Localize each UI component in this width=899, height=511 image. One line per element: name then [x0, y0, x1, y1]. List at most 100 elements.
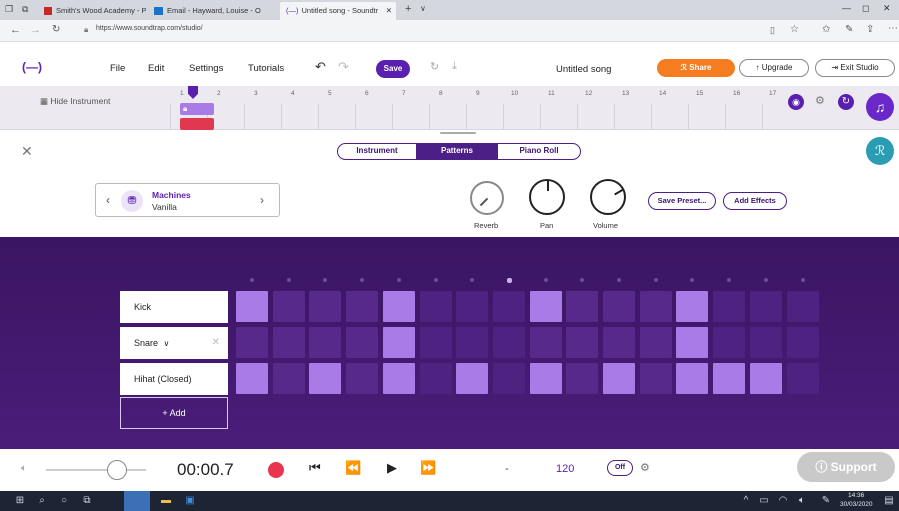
clock-time[interactable]: 14:36 — [848, 492, 864, 499]
step-cell[interactable] — [603, 363, 635, 394]
sync-icon[interactable]: ↻ — [430, 60, 439, 73]
key-display[interactable]: - — [505, 463, 509, 475]
browser-tab-soundtrap[interactable]: (—) Untitled song - Soundtr ✕ — [280, 2, 396, 20]
close-window-icon[interactable]: ✕ — [883, 3, 891, 14]
task-view-icon[interactable]: ⧉ — [81, 495, 93, 507]
share-browser-icon[interactable]: ⇪ — [866, 24, 874, 35]
song-title[interactable]: Untitled song — [556, 64, 611, 75]
step-cell[interactable] — [309, 363, 342, 394]
step-cell[interactable] — [676, 363, 709, 394]
reading-view-icon[interactable]: ▯ — [770, 25, 775, 36]
fast-forward-icon[interactable]: ⏩ — [420, 460, 436, 476]
network-icon[interactable]: ▭ — [758, 495, 770, 507]
url-field[interactable]: https://www.soundtrap.com/studio/ — [96, 25, 203, 32]
track-hihat-closed[interactable]: Hihat (Closed) — [120, 363, 228, 395]
step-cell[interactable] — [419, 363, 452, 394]
step-cell[interactable] — [456, 363, 489, 394]
clock-date[interactable]: 30/03/2020 — [840, 501, 873, 508]
master-volume-slider[interactable] — [107, 460, 127, 480]
step-cell[interactable] — [566, 363, 599, 394]
soundtrap-logo-icon[interactable]: (—) — [22, 60, 42, 74]
step-cell[interactable] — [419, 327, 452, 358]
music-notes-button[interactable]: ♫ — [866, 93, 894, 121]
play-icon[interactable]: ▶ — [387, 460, 397, 476]
menu-file[interactable]: File — [110, 63, 125, 74]
edge-taskbar-icon[interactable] — [124, 491, 150, 511]
step-cell[interactable] — [272, 363, 305, 394]
step-cell[interactable] — [749, 291, 782, 322]
step-cell[interactable] — [603, 327, 635, 358]
step-cell[interactable] — [529, 327, 562, 358]
share-button[interactable]: ℛ Share — [657, 59, 735, 77]
add-effects-button[interactable]: Add Effects — [723, 192, 787, 210]
rewind-icon[interactable]: ⏪ — [345, 460, 361, 476]
favorite-star-icon[interactable]: ☆ — [790, 24, 799, 35]
close-tab-icon[interactable]: ✕ — [386, 2, 392, 20]
step-cell[interactable] — [676, 327, 709, 358]
step-cell[interactable] — [529, 363, 562, 394]
second-track-clip[interactable] — [180, 118, 214, 130]
browser-tab-email[interactable]: Email - Hayward, Louise - O — [148, 2, 278, 20]
bpm-display[interactable]: 120 — [556, 463, 574, 475]
step-cell[interactable] — [676, 291, 709, 322]
pen-tray-icon[interactable]: ✎ — [820, 495, 832, 507]
close-editor-icon[interactable]: ✕ — [21, 143, 33, 160]
skip-to-start-icon[interactable]: ⏮ — [309, 460, 321, 476]
step-cell[interactable] — [236, 291, 268, 322]
tab-preview-icon[interactable]: ⧉ — [22, 4, 28, 15]
step-cell[interactable] — [492, 291, 525, 322]
step-cell[interactable] — [713, 291, 746, 322]
step-cell[interactable] — [456, 327, 489, 358]
menu-edit[interactable]: Edit — [148, 63, 164, 74]
metronome-settings-icon[interactable]: ⚙ — [640, 461, 650, 474]
windows-start-icon[interactable]: ⊞ — [14, 495, 26, 507]
forward-icon[interactable]: → — [30, 24, 41, 36]
step-cell[interactable] — [456, 291, 489, 322]
collab-button[interactable]: ℛ — [866, 137, 894, 165]
tray-chevron-icon[interactable]: ^ — [740, 495, 752, 507]
notes-pen-icon[interactable]: ✎ — [845, 24, 853, 35]
tab-piano-roll[interactable]: Piano Roll — [497, 143, 581, 160]
metronome-toggle[interactable]: Off — [607, 460, 633, 476]
speaker-icon[interactable]: 🔈︎ — [21, 463, 27, 474]
new-tab-icon[interactable]: + — [405, 3, 411, 15]
maximize-icon[interactable]: ◻ — [862, 3, 869, 14]
loop-icon[interactable]: ↻ — [838, 94, 854, 110]
gear-icon[interactable]: ⚙ — [815, 94, 825, 107]
step-cell[interactable] — [346, 291, 379, 322]
record-button[interactable] — [268, 462, 284, 478]
volume-tray-icon[interactable]: 🔈︎ — [796, 495, 808, 507]
tab-list-chevron-icon[interactable]: ∨ — [420, 4, 426, 13]
wifi-icon[interactable]: ◠ — [777, 495, 789, 507]
minimize-icon[interactable]: — — [842, 3, 851, 13]
more-icon[interactable]: ⋯ — [888, 23, 898, 34]
favorites-icon[interactable]: ✩ — [822, 24, 830, 35]
volume-knob[interactable] — [590, 179, 626, 215]
step-cell[interactable] — [492, 327, 525, 358]
step-cell[interactable] — [419, 291, 452, 322]
cortana-icon[interactable]: ○ — [58, 495, 70, 507]
remove-track-icon[interactable]: ✕ — [212, 327, 220, 359]
browser-tab-academy[interactable]: Smith's Wood Academy - P — [38, 2, 146, 20]
step-cell[interactable] — [786, 291, 819, 322]
step-cell[interactable] — [749, 363, 782, 394]
step-cell[interactable] — [713, 363, 746, 394]
track-snare[interactable]: Snare ∨ ✕ — [120, 327, 228, 359]
step-cell[interactable] — [639, 363, 672, 394]
prev-instrument-icon[interactable]: ‹ — [106, 193, 110, 207]
undo-icon[interactable]: ↶ — [315, 59, 326, 75]
step-cell[interactable] — [309, 291, 342, 322]
step-cell[interactable] — [566, 327, 599, 358]
step-cell[interactable] — [492, 363, 525, 394]
step-cell[interactable] — [346, 327, 379, 358]
step-cell[interactable] — [529, 291, 562, 322]
outlook-taskbar-icon[interactable]: ▣ — [184, 495, 196, 507]
next-instrument-icon[interactable]: › — [260, 193, 264, 207]
add-track-button[interactable]: + Add — [120, 397, 228, 429]
tab-patterns[interactable]: Patterns — [416, 143, 498, 160]
track-settings-icon[interactable]: ◉ — [788, 94, 804, 110]
hide-instrument-toggle[interactable]: ▦ Hide Instrument — [40, 96, 110, 107]
step-cell[interactable] — [382, 363, 415, 394]
step-cell[interactable] — [272, 327, 305, 358]
step-cell[interactable] — [786, 327, 819, 358]
